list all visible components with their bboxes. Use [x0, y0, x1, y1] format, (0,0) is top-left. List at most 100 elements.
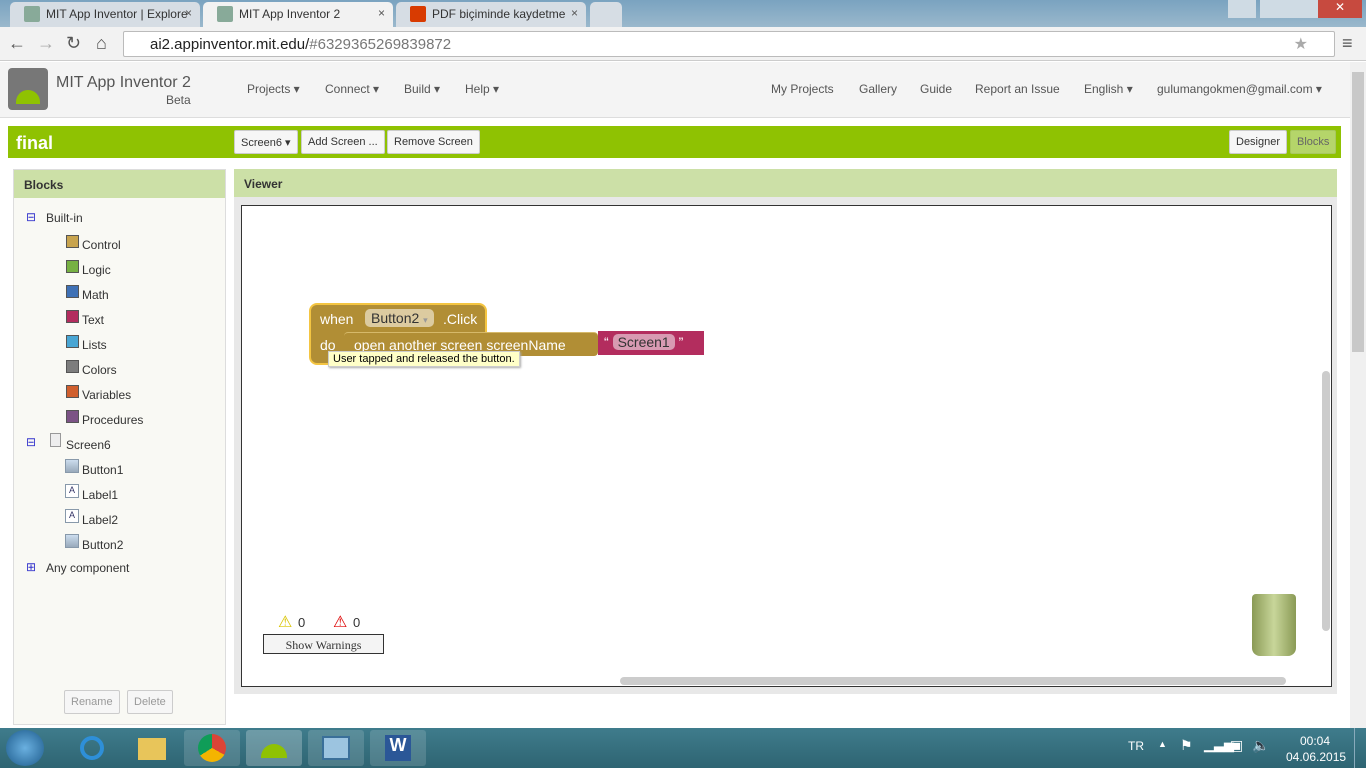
forward-icon[interactable]: →	[37, 33, 55, 54]
expand-icon[interactable]: ⊞	[26, 560, 36, 574]
colors-color-icon	[66, 360, 79, 373]
screen-icon	[50, 433, 61, 447]
text-color-icon	[66, 310, 79, 323]
power-icon[interactable]: ▣	[1230, 737, 1243, 754]
link-my-projects[interactable]: My Projects	[771, 82, 834, 96]
tab-app-inventor[interactable]: MIT App Inventor 2 ×	[203, 2, 393, 27]
tab-pdf[interactable]: PDF biçiminde kaydetme ×	[396, 2, 586, 27]
tree-control[interactable]: Control	[82, 238, 121, 252]
tree-screen6[interactable]: Screen6	[66, 438, 111, 452]
designer-button[interactable]: Designer	[1229, 130, 1288, 154]
tree-label1[interactable]: Label1	[82, 488, 118, 502]
app-title: MIT App Inventor 2	[56, 74, 191, 91]
component-dropdown[interactable]: Button2 ▾	[365, 309, 434, 327]
user-icon[interactable]	[1228, 0, 1256, 18]
language-menu[interactable]: English ▾	[1084, 82, 1133, 96]
blocks-button[interactable]: Blocks	[1290, 130, 1337, 154]
tree-text[interactable]: Text	[82, 313, 104, 327]
trash-can-icon[interactable]	[1252, 594, 1296, 656]
address-bar[interactable]: ai2.appinventor.mit.edu/#632936526983987…	[123, 31, 1335, 57]
show-warnings-button[interactable]: Show Warnings	[263, 634, 384, 654]
tree-builtin[interactable]: Built-in	[46, 211, 83, 225]
word-icon[interactable]: W	[370, 730, 426, 766]
app-inventor-logo[interactable]	[8, 68, 48, 110]
add-screen-button[interactable]: Add Screen ...	[301, 130, 385, 154]
reload-icon[interactable]: ↻	[66, 33, 81, 54]
minimize-maximize-buttons[interactable]	[1260, 0, 1318, 18]
menu-icon[interactable]: ≡	[1342, 33, 1353, 54]
explorer-icon[interactable]	[124, 730, 180, 766]
screen-select[interactable]: Screen6 ▾	[234, 130, 298, 154]
tree-any-component[interactable]: Any component	[46, 561, 129, 575]
menu-projects[interactable]: Projects ▾	[247, 82, 300, 96]
close-icon[interactable]: ×	[378, 6, 385, 20]
variables-color-icon	[66, 385, 79, 398]
rename-button[interactable]: Rename	[64, 690, 120, 714]
tree-label2[interactable]: Label2	[82, 513, 118, 527]
link-gallery[interactable]: Gallery	[859, 82, 897, 96]
show-desktop-button[interactable]	[1354, 728, 1366, 768]
chrome-icon[interactable]	[184, 730, 240, 766]
tree-button1[interactable]: Button1	[82, 463, 123, 477]
remove-screen-button[interactable]: Remove Screen	[387, 130, 480, 154]
tree-lists[interactable]: Lists	[82, 338, 107, 352]
procedures-color-icon	[66, 410, 79, 423]
collapse-icon[interactable]: ⊟	[26, 435, 36, 449]
workspace-vertical-scrollbar[interactable]	[1322, 371, 1330, 631]
window-close-button[interactable]: ✕	[1318, 0, 1362, 18]
warnings-count: 0	[298, 615, 306, 630]
app-inventor-taskbar-icon[interactable]	[246, 730, 302, 766]
button-component-icon	[65, 459, 79, 473]
new-tab-button[interactable]	[590, 2, 622, 27]
app-inventor-icon	[217, 6, 233, 22]
tab-explore[interactable]: MIT App Inventor | Explore ×	[10, 2, 200, 27]
menu-help[interactable]: Help ▾	[465, 82, 499, 96]
account-menu[interactable]: gulumangokmen@gmail.com ▾	[1157, 82, 1322, 96]
home-icon[interactable]: ⌂	[96, 33, 107, 54]
label-component-icon: A	[65, 509, 79, 523]
clock-time[interactable]: 00:04	[1300, 734, 1330, 748]
star-icon[interactable]: ★	[1294, 34, 1308, 54]
blocks-panel: Blocks ⊟ Built-in Control Logic Math Text Li…	[13, 169, 226, 725]
text-block[interactable]: “ Screen1 ”	[598, 331, 704, 355]
block-tooltip: User tapped and released the button.	[328, 351, 520, 367]
blocks-panel-title: Blocks	[14, 170, 225, 198]
control-panel-icon[interactable]	[308, 730, 364, 766]
text-value-field[interactable]: Screen1	[612, 334, 675, 350]
back-icon[interactable]: ←	[8, 33, 26, 54]
app-header: MIT App Inventor 2 Beta Projects ▾ Conne…	[0, 62, 1350, 118]
viewer-title: Viewer	[234, 169, 1337, 197]
blocks-workspace[interactable]: when Button2 ▾ .Click do open another sc…	[241, 205, 1332, 687]
clock-date[interactable]: 04.06.2015	[1286, 750, 1346, 764]
tree-colors[interactable]: Colors	[82, 363, 117, 377]
tree-procedures[interactable]: Procedures	[82, 413, 143, 427]
close-icon[interactable]: ×	[185, 6, 192, 20]
tree-math[interactable]: Math	[82, 288, 109, 302]
action-center-flag-icon[interactable]: ⚑	[1180, 737, 1193, 754]
link-report-issue[interactable]: Report an Issue	[975, 82, 1060, 96]
tree-logic[interactable]: Logic	[82, 263, 111, 277]
browser-toolbar: ← → ↻ ⌂ ai2.appinventor.mit.edu/#6329365…	[0, 27, 1366, 61]
control-color-icon	[66, 235, 79, 248]
label-component-icon: A	[65, 484, 79, 498]
language-indicator[interactable]: TR	[1128, 739, 1144, 753]
menu-connect[interactable]: Connect ▾	[325, 82, 379, 96]
close-icon[interactable]: ×	[571, 6, 578, 20]
windows-taskbar: W TR ▲ ⚑ ▁▃▅ ▣ 🔈 00:04 04.06.2015	[0, 728, 1366, 768]
page-scrollbar[interactable]	[1350, 62, 1366, 728]
browser-tab-bar: MIT App Inventor | Explore × MIT App Inve…	[0, 0, 1366, 27]
collapse-icon[interactable]: ⊟	[26, 210, 36, 224]
ie-icon[interactable]	[64, 730, 120, 766]
start-button[interactable]	[6, 730, 44, 766]
errors-count: 0	[353, 615, 361, 630]
workspace-horizontal-scrollbar[interactable]	[620, 677, 1286, 685]
tree-button2[interactable]: Button2	[82, 538, 123, 552]
show-hidden-icons[interactable]: ▲	[1158, 739, 1167, 749]
link-guide[interactable]: Guide	[920, 82, 952, 96]
menu-build[interactable]: Build ▾	[404, 82, 440, 96]
app-subtitle: Beta	[166, 93, 191, 107]
app-inventor-icon	[24, 6, 40, 22]
delete-button[interactable]: Delete	[127, 690, 173, 714]
tree-variables[interactable]: Variables	[82, 388, 131, 402]
volume-icon[interactable]: 🔈	[1252, 737, 1269, 754]
